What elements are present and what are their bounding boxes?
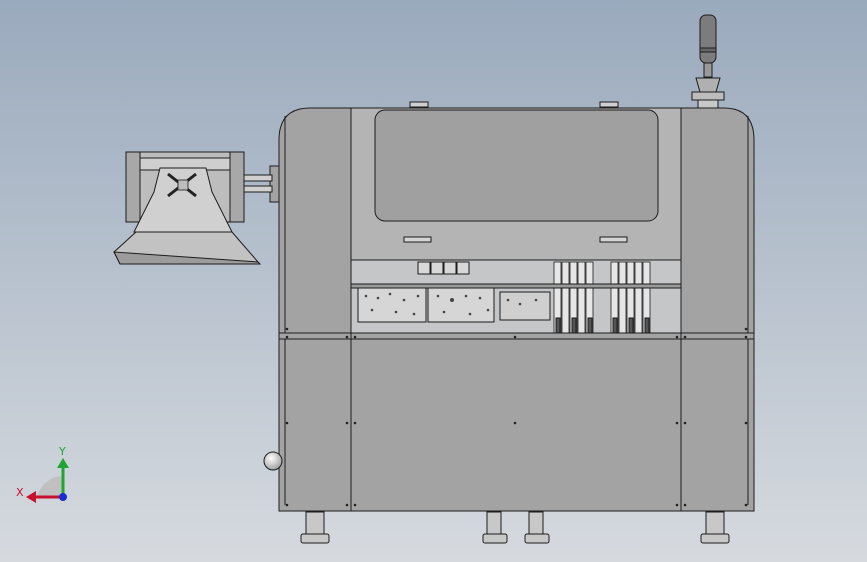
machine-front-view: Y X bbox=[0, 0, 867, 562]
hood-handle-right bbox=[599, 236, 628, 243]
hood-handle-left bbox=[403, 236, 432, 243]
control-panel-left bbox=[357, 287, 427, 323]
camera-modules bbox=[417, 261, 470, 275]
x-axis-label: X bbox=[16, 486, 24, 499]
side-knob bbox=[263, 451, 283, 471]
control-panel-right bbox=[499, 291, 551, 321]
control-panel-mid bbox=[427, 287, 495, 323]
cad-viewport[interactable]: Y X bbox=[0, 0, 867, 562]
y-axis-label: Y bbox=[58, 445, 66, 458]
conveyor-rail bbox=[350, 283, 682, 289]
monitor-icon bbox=[113, 151, 262, 265]
roof-handle-right bbox=[599, 101, 619, 108]
roof-handle-left bbox=[409, 101, 429, 108]
hood-window bbox=[374, 109, 659, 222]
lower-cabinet bbox=[278, 332, 755, 512]
z-axis-dot bbox=[59, 493, 67, 501]
